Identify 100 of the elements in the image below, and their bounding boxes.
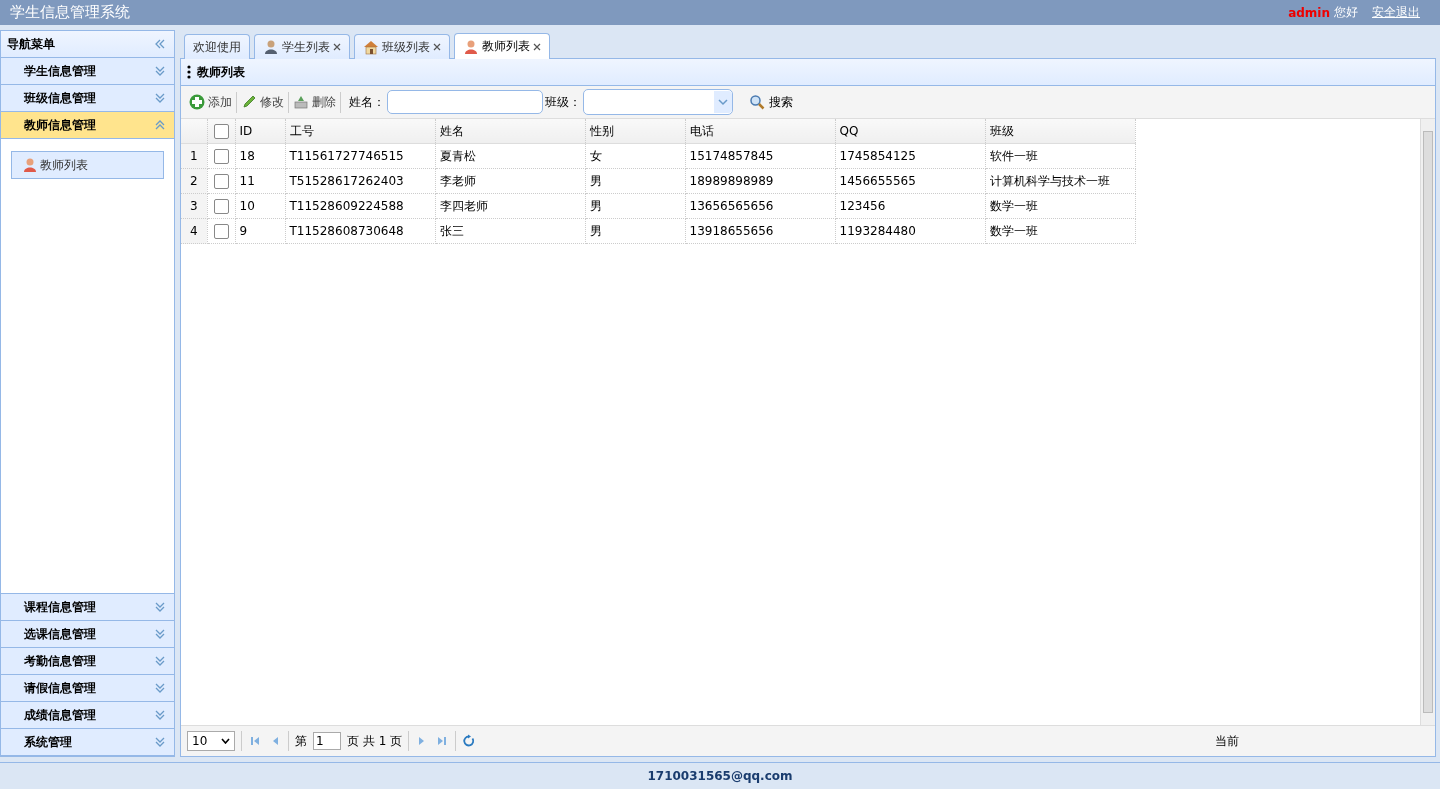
table-cell: 1745854125 <box>835 143 985 169</box>
column-header[interactable]: 工号 <box>285 119 435 144</box>
page-field[interactable]: 1 <box>313 732 341 750</box>
close-icon[interactable] <box>333 43 341 51</box>
accordion-header[interactable]: 教师信息管理 <box>1 112 174 139</box>
page-label: 页 共 1 页 <box>347 732 403 750</box>
table-cell: T11528609224588 <box>285 193 435 219</box>
pencil-icon <box>241 94 257 110</box>
table-cell: 11 <box>235 168 285 194</box>
field-label: 班级： <box>545 93 581 111</box>
record-info: 当前 <box>1215 732 1239 750</box>
table-cell: T11561727746515 <box>285 143 435 169</box>
table-cell: 9 <box>235 218 285 244</box>
app-title: 学生信息管理系统 <box>10 3 131 22</box>
scrollbar[interactable] <box>1420 119 1435 725</box>
checkbox[interactable] <box>213 198 229 214</box>
expand-icon[interactable] <box>154 65 166 77</box>
expand-icon[interactable] <box>154 682 166 694</box>
column-header[interactable]: 电话 <box>685 119 835 144</box>
nav-item[interactable]: 教师列表 <box>11 151 164 179</box>
basket-icon <box>293 94 309 110</box>
expand-icon[interactable] <box>154 736 166 748</box>
row-number: 3 <box>181 193 207 219</box>
table-cell: 1193284480 <box>835 218 985 244</box>
close-icon[interactable] <box>433 43 441 51</box>
column-header[interactable]: 班级 <box>985 119 1135 144</box>
close-icon[interactable] <box>533 42 541 51</box>
checkbox[interactable] <box>213 123 229 139</box>
collapse-icon[interactable] <box>154 38 166 50</box>
person-icon <box>22 157 38 173</box>
column-header[interactable]: ID <box>235 119 285 144</box>
accordion-header[interactable]: 考勤信息管理 <box>1 648 174 675</box>
table-cell: 张三 <box>435 218 585 244</box>
table-cell: 男 <box>585 218 685 244</box>
accordion-header[interactable]: 成绩信息管理 <box>1 702 174 729</box>
table-cell: 女 <box>585 143 685 169</box>
dropdown-icon[interactable] <box>221 738 230 744</box>
tab[interactable]: 学生列表 <box>254 34 350 59</box>
expand-icon[interactable] <box>154 628 166 640</box>
person-icon <box>463 38 479 55</box>
expand-icon[interactable] <box>154 601 166 613</box>
table-cell: 10 <box>235 193 285 219</box>
table-cell: T11528608730648 <box>285 218 435 244</box>
checkbox[interactable] <box>213 173 229 189</box>
tab[interactable]: 教师列表 <box>454 33 550 59</box>
username: admin <box>1288 5 1330 20</box>
search-button[interactable]: 搜索 <box>743 92 799 112</box>
panel-title: 教师列表 <box>197 63 245 81</box>
page-label: 第 <box>295 732 307 750</box>
table-cell: 数学一班 <box>985 218 1135 244</box>
accordion-header[interactable]: 课程信息管理 <box>1 594 174 621</box>
table-cell: 计算机科学与技术一班 <box>985 168 1135 194</box>
toolbar-button[interactable]: 修改 <box>237 91 289 113</box>
expand-icon[interactable] <box>154 92 166 104</box>
row-number: 4 <box>181 218 207 244</box>
column-header[interactable]: 性别 <box>585 119 685 144</box>
table-cell: 数学一班 <box>985 193 1135 219</box>
refresh-icon[interactable] <box>462 734 477 748</box>
toolbar-button[interactable]: 删除 <box>289 91 341 113</box>
tab[interactable]: 班级列表 <box>354 34 450 59</box>
table-cell: 男 <box>585 193 685 219</box>
table-cell: 13656565656 <box>685 193 835 219</box>
table-cell: 1456655565 <box>835 168 985 194</box>
toolbar-button[interactable]: 添加 <box>185 91 237 113</box>
table-cell: 18 <box>235 143 285 169</box>
first-icon[interactable] <box>248 734 262 748</box>
table-cell: 李老师 <box>435 168 585 194</box>
table-cell: 13918655656 <box>685 218 835 244</box>
greeting: 您好 <box>1334 4 1358 21</box>
row-number: 2 <box>181 168 207 194</box>
expand-icon[interactable] <box>154 709 166 721</box>
checkbox[interactable] <box>213 148 229 164</box>
field-label: 姓名： <box>349 93 385 111</box>
checkbox[interactable] <box>213 223 229 239</box>
name-field[interactable] <box>387 90 543 114</box>
footer-email: 1710031565@qq.com <box>647 769 793 783</box>
table-cell: 男 <box>585 168 685 194</box>
accordion-header[interactable]: 班级信息管理 <box>1 85 174 112</box>
expand-icon[interactable] <box>154 655 166 667</box>
table-cell: 夏青松 <box>435 143 585 169</box>
column-header[interactable]: QQ <box>835 119 985 144</box>
column-header[interactable]: 姓名 <box>435 119 585 144</box>
table-cell: 18989898989 <box>685 168 835 194</box>
accordion-header[interactable]: 学生信息管理 <box>1 58 174 85</box>
house-icon <box>363 39 379 55</box>
page-size-select[interactable]: 10 <box>187 731 235 751</box>
menu-icon[interactable] <box>187 65 191 79</box>
tab[interactable]: 欢迎使用 <box>184 34 250 59</box>
person-icon <box>263 39 279 55</box>
accordion-header[interactable]: 请假信息管理 <box>1 675 174 702</box>
table-cell: 软件一班 <box>985 143 1135 169</box>
row-number: 1 <box>181 143 207 169</box>
table-cell: 李四老师 <box>435 193 585 219</box>
collapse-icon[interactable] <box>154 119 166 131</box>
nav-title: 导航菜单 <box>7 35 56 53</box>
accordion-header[interactable]: 选课信息管理 <box>1 621 174 648</box>
class-select[interactable] <box>583 89 733 115</box>
table-cell: T51528617262403 <box>285 168 435 194</box>
accordion-header[interactable]: 系统管理 <box>1 729 174 756</box>
plus-icon <box>189 94 205 110</box>
